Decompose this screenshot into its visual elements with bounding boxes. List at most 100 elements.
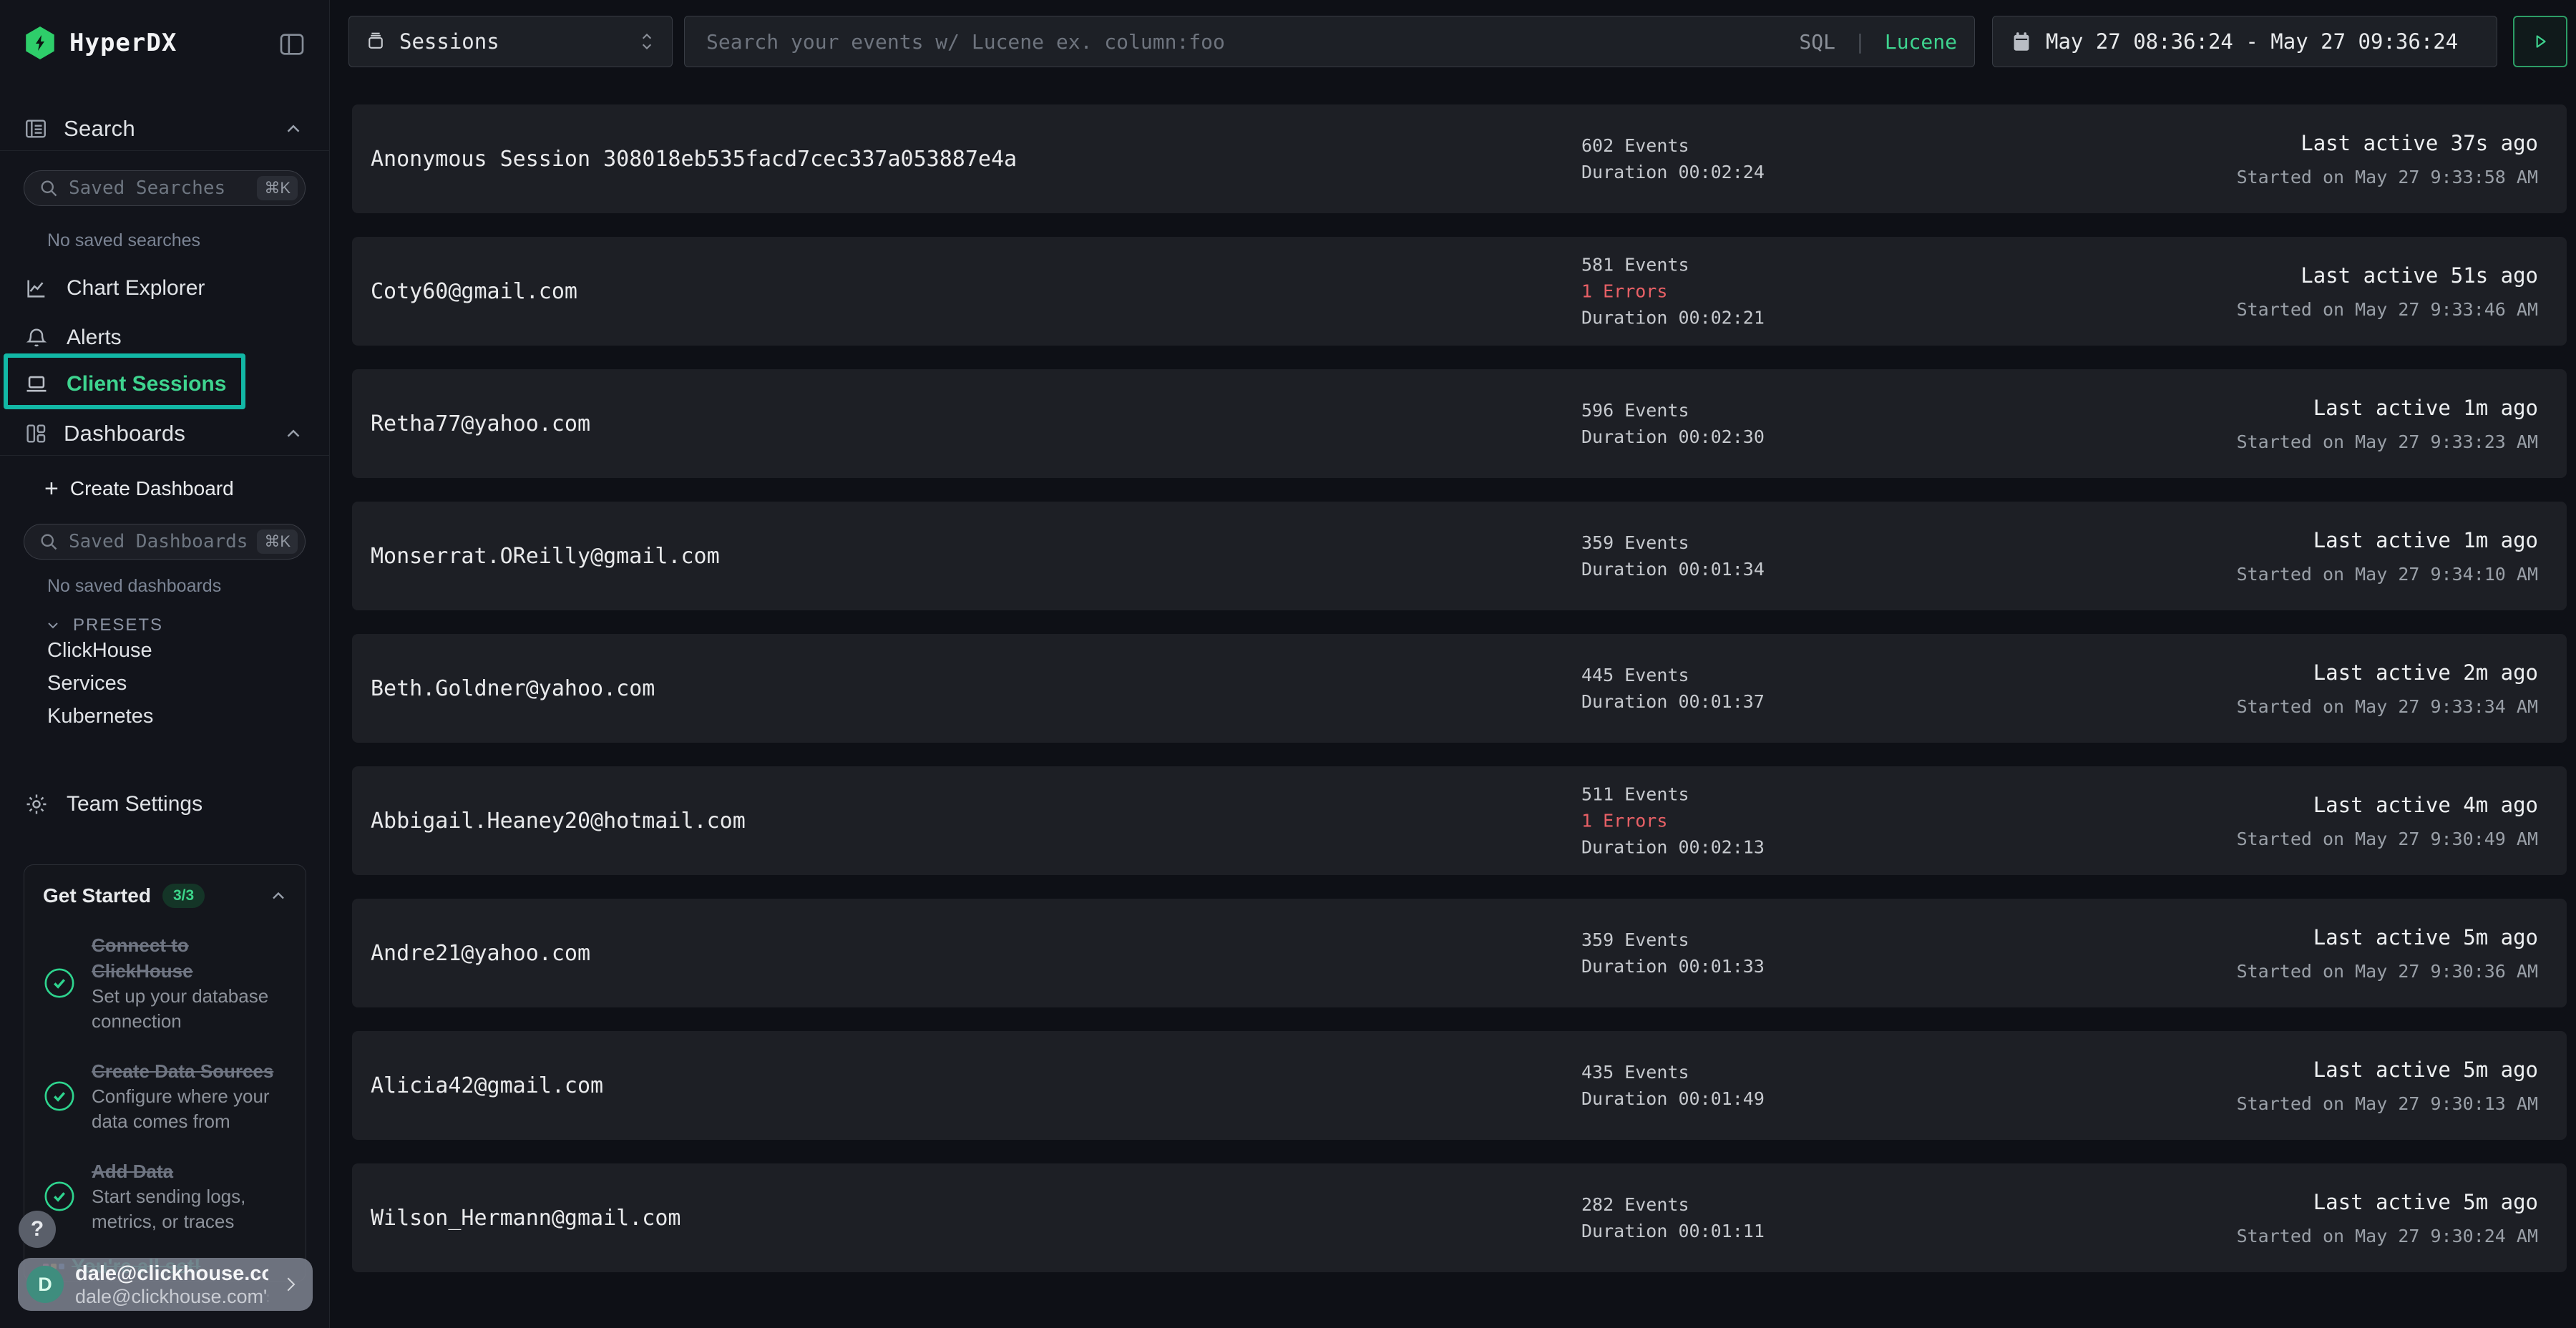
session-last-active: Last active 1m ago xyxy=(2237,396,2538,420)
session-row[interactable]: Andre21@yahoo.com 359 Events Duration 00… xyxy=(352,899,2567,1007)
session-stats: 511 Events 1 Errors Duration 00:02:13 xyxy=(1581,781,1765,861)
preset-dashboard-list: ClickHouse Services Kubernetes xyxy=(47,634,153,733)
session-title: Alicia42@gmail.com xyxy=(371,1073,603,1098)
sidebar-item-chart-explorer[interactable]: Chart Explorer xyxy=(24,271,205,306)
sidebar-section-label: Dashboards xyxy=(64,421,185,446)
gear-icon xyxy=(24,792,49,816)
shortcut-badge: ⌘K xyxy=(257,176,298,200)
session-started: Started on May 27 9:30:24 AM xyxy=(2237,1226,2538,1246)
session-stats: 359 Events Duration 00:01:34 xyxy=(1581,529,1765,582)
saved-searches-placeholder: Saved Searches xyxy=(69,177,247,199)
chevron-right-icon xyxy=(280,1274,301,1295)
hyperdx-logo-icon xyxy=(24,26,57,59)
session-last-active: Last active 5m ago xyxy=(2237,1190,2538,1214)
session-events: 596 Events xyxy=(1581,397,1765,424)
checklist-item[interactable]: Connect to ClickHouse Set up your databa… xyxy=(43,932,288,1034)
progress-badge: 3/3 xyxy=(162,884,205,908)
session-events: 581 Events xyxy=(1581,252,1765,278)
session-duration: Duration 00:02:13 xyxy=(1581,834,1765,861)
session-events: 359 Events xyxy=(1581,927,1765,953)
time-range-picker[interactable]: May 27 08:36:24 - May 27 09:36:24 xyxy=(1992,16,2497,67)
collapse-sidebar-icon[interactable] xyxy=(278,30,306,59)
session-row[interactable]: Abbigail.Heaney20@hotmail.com 511 Events… xyxy=(352,766,2567,875)
session-started: Started on May 27 9:30:36 AM xyxy=(2237,961,2538,982)
session-duration: Duration 00:02:24 xyxy=(1581,159,1765,185)
session-row[interactable]: Wilson_Hermann@gmail.com 282 Events Dura… xyxy=(352,1163,2567,1272)
sidebar-item-team-settings[interactable]: Team Settings xyxy=(24,787,203,821)
session-row[interactable]: Monserrat.OReilly@gmail.com 359 Events D… xyxy=(352,502,2567,610)
search-icon xyxy=(39,532,59,552)
session-duration: Duration 00:01:11 xyxy=(1581,1218,1765,1244)
sql-mode-toggle[interactable]: SQL xyxy=(1799,30,1835,54)
sidebar: HyperDX Search Saved Searches ⌘K No save… xyxy=(0,0,330,1328)
session-title: Retha77@yahoo.com xyxy=(371,411,590,436)
session-started: Started on May 27 9:30:49 AM xyxy=(2237,829,2538,849)
session-last-active: Last active 4m ago xyxy=(2237,793,2538,817)
chevron-up-down-icon xyxy=(638,31,656,52)
help-button[interactable]: ? xyxy=(19,1211,56,1248)
user-team: dale@clickhouse.com's xyxy=(75,1286,268,1307)
chevron-down-icon xyxy=(44,617,62,634)
search-panel-icon xyxy=(24,117,48,141)
session-duration: Duration 00:02:21 xyxy=(1581,305,1765,331)
sidebar-item-alerts[interactable]: Alerts xyxy=(24,321,122,355)
session-duration: Duration 00:01:34 xyxy=(1581,556,1765,582)
session-errors: 1 Errors xyxy=(1581,278,1765,305)
session-row[interactable]: Coty60@gmail.com 581 Events 1 Errors Dur… xyxy=(352,237,2567,346)
session-title: Anonymous Session 308018eb535facd7cec337… xyxy=(371,147,1017,172)
preset-dashboard-item[interactable]: ClickHouse xyxy=(47,634,153,667)
app-logo[interactable]: HyperDX xyxy=(24,26,177,60)
saved-dashboards-placeholder: Saved Dashboards xyxy=(69,531,247,552)
session-row[interactable]: Beth.Goldner@yahoo.com 445 Events Durati… xyxy=(352,634,2567,743)
session-events: 511 Events xyxy=(1581,781,1765,808)
preset-dashboard-item[interactable]: Services xyxy=(47,667,153,700)
saved-dashboards-input[interactable]: Saved Dashboards ⌘K xyxy=(24,524,306,560)
create-dashboard-button[interactable]: + Create Dashboard xyxy=(44,471,234,507)
chevron-up-icon[interactable] xyxy=(283,423,304,444)
time-range-value: May 27 08:36:24 - May 27 09:36:24 xyxy=(2046,29,2458,54)
event-search-input[interactable]: Search your events w/ Lucene ex. column:… xyxy=(684,16,1975,67)
session-row[interactable]: Retha77@yahoo.com 596 Events Duration 00… xyxy=(352,369,2567,478)
session-duration: Duration 00:02:30 xyxy=(1581,424,1765,450)
session-last-active: Last active 2m ago xyxy=(2237,660,2538,685)
session-timing: Last active 5m ago Started on May 27 9:3… xyxy=(2237,925,2538,982)
mode-divider: | xyxy=(1845,30,1875,54)
session-duration: Duration 00:01:49 xyxy=(1581,1085,1765,1112)
session-list: Anonymous Session 308018eb535facd7cec337… xyxy=(352,104,2567,1296)
preset-dashboard-item[interactable]: Kubernetes xyxy=(47,700,153,733)
chevron-up-icon[interactable] xyxy=(283,118,304,140)
session-timing: Last active 51s ago Started on May 27 9:… xyxy=(2237,263,2538,320)
session-duration: Duration 00:01:37 xyxy=(1581,688,1765,715)
source-selector[interactable]: Sessions xyxy=(348,16,673,67)
sidebar-item-label: Client Sessions xyxy=(67,372,226,396)
lucene-mode-toggle[interactable]: Lucene xyxy=(1885,30,1957,54)
session-stats: 445 Events Duration 00:01:37 xyxy=(1581,662,1765,715)
user-menu[interactable]: D dale@clickhouse.com dale@clickhouse.co… xyxy=(18,1258,313,1311)
plus-icon: + xyxy=(44,475,59,503)
play-icon xyxy=(2531,32,2550,51)
main-content: Sessions Search your events w/ Lucene ex… xyxy=(330,0,2576,1328)
run-query-button[interactable] xyxy=(2513,16,2567,67)
calendar-icon xyxy=(2011,31,2031,52)
sidebar-item-client-sessions[interactable]: Client Sessions xyxy=(24,367,226,401)
session-started: Started on May 27 9:33:34 AM xyxy=(2237,696,2538,717)
session-timing: Last active 2m ago Started on May 27 9:3… xyxy=(2237,660,2538,717)
presets-label: PRESETS xyxy=(73,615,163,635)
checklist-item[interactable]: Add Data Start sending logs, metrics, or… xyxy=(43,1158,288,1234)
bell-icon xyxy=(24,326,49,349)
check-circle-icon xyxy=(43,967,76,1000)
session-stats: 581 Events 1 Errors Duration 00:02:21 xyxy=(1581,252,1765,331)
session-stats: 282 Events Duration 00:01:11 xyxy=(1581,1191,1765,1244)
checklist-item[interactable]: Create Data Sources Configure where your… xyxy=(43,1058,288,1134)
session-errors: 1 Errors xyxy=(1581,808,1765,834)
session-row[interactable]: Alicia42@gmail.com 435 Events Duration 0… xyxy=(352,1031,2567,1140)
session-row[interactable]: Anonymous Session 308018eb535facd7cec337… xyxy=(352,104,2567,213)
session-last-active: Last active 5m ago xyxy=(2237,925,2538,949)
sidebar-section-dashboards[interactable]: Dashboards xyxy=(0,412,330,456)
chevron-up-icon[interactable] xyxy=(268,886,288,906)
sidebar-section-search[interactable]: Search xyxy=(0,107,330,151)
laptop-icon xyxy=(24,372,49,396)
session-last-active: Last active 37s ago xyxy=(2237,131,2538,155)
saved-searches-input[interactable]: Saved Searches ⌘K xyxy=(24,170,306,206)
session-events: 435 Events xyxy=(1581,1059,1765,1085)
